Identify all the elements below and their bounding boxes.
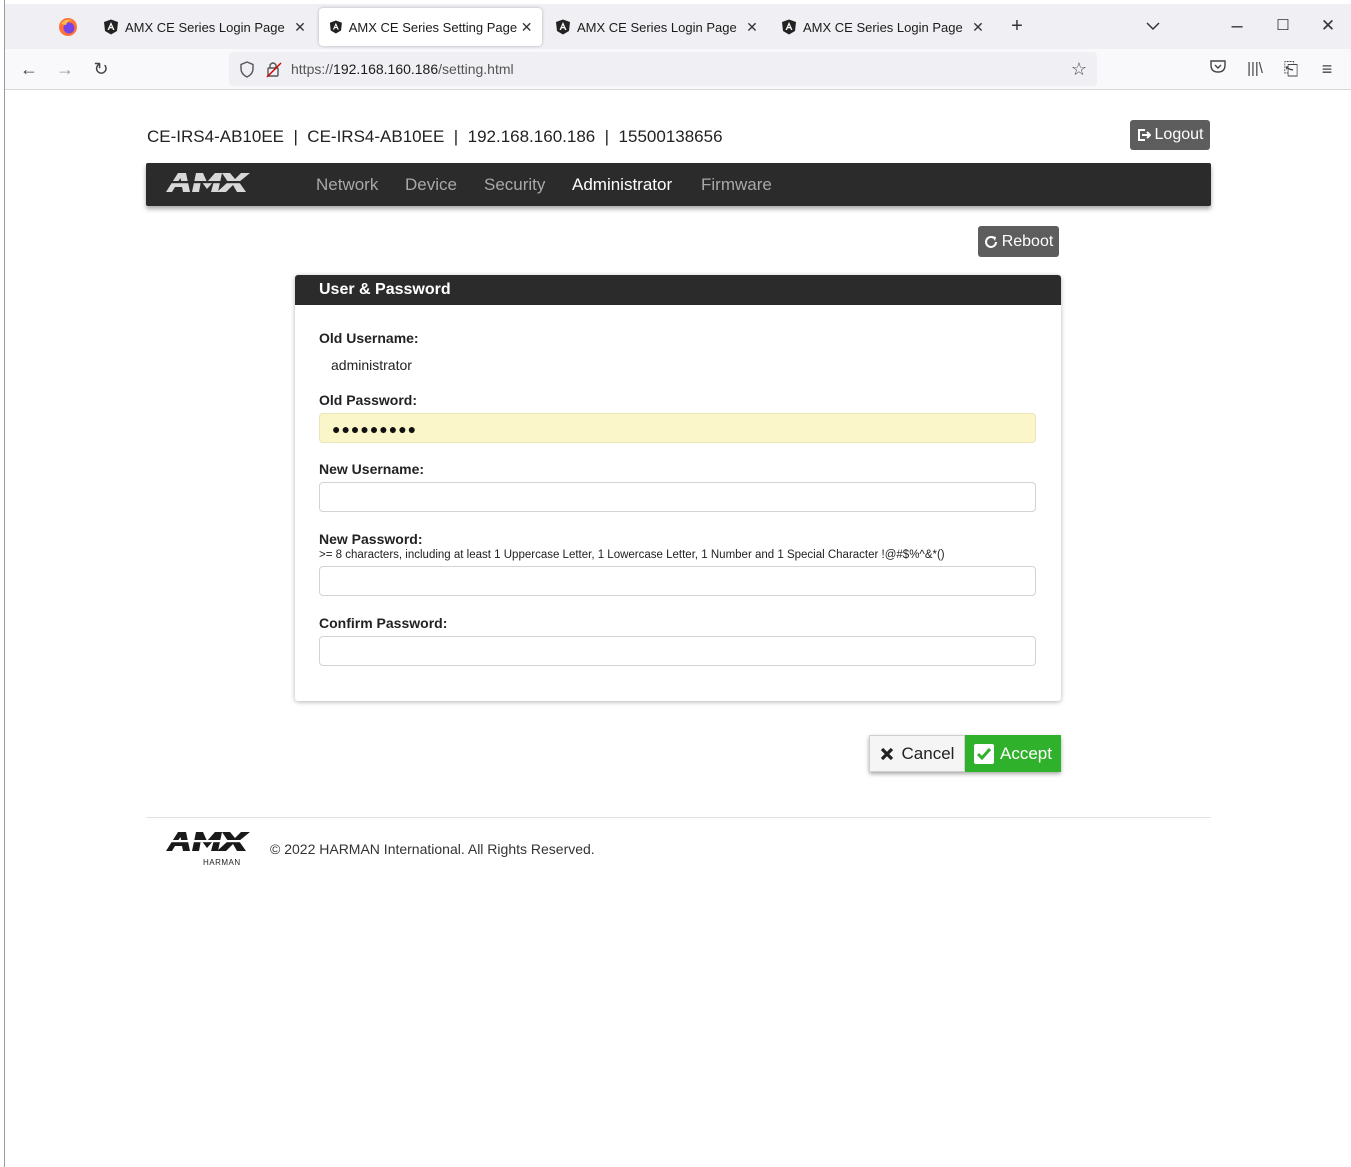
amx-harman-logo: HARMAN <box>157 829 261 867</box>
old-username-value: administrator <box>331 357 412 373</box>
copyright-text: © 2022 HARMAN International. All Rights … <box>270 841 595 857</box>
new-password-label: New Password: <box>319 531 423 547</box>
logout-label: Logout <box>1154 126 1204 143</box>
confirm-password-label: Confirm Password: <box>319 615 448 631</box>
refresh-icon <box>984 235 997 248</box>
bookmark-star-icon[interactable]: ☆ <box>1067 57 1091 81</box>
url-text[interactable]: https://192.168.160.186/setting.html <box>291 61 514 77</box>
shield-icon[interactable] <box>239 61 255 78</box>
close-tab-icon[interactable]: ✕ <box>517 19 536 36</box>
nav-firmware[interactable]: Firmware <box>701 175 772 195</box>
new-username-field[interactable] <box>319 482 1036 512</box>
new-username-label: New Username: <box>319 461 425 477</box>
cancel-label: Cancel <box>901 743 955 763</box>
menu-hamburger-icon[interactable]: ≡ <box>1315 57 1339 81</box>
window-edge <box>4 0 5 1167</box>
user-password-panel: User & Password Old Username: administra… <box>295 275 1061 701</box>
close-tab-icon[interactable]: ✕ <box>967 19 989 36</box>
insecure-lock-icon[interactable] <box>265 60 283 78</box>
angular-icon <box>782 19 796 35</box>
address-bar[interactable]: https://192.168.160.186/setting.html ☆ <box>229 52 1097 86</box>
url-path: /setting.html <box>438 61 514 77</box>
tab-login-3[interactable]: AMX CE Series Login Page ✕ <box>771 8 995 46</box>
reboot-button[interactable]: Reboot <box>978 226 1059 257</box>
angular-icon <box>556 19 570 35</box>
new-password-field[interactable] <box>319 566 1036 596</box>
device-info-line: CE-IRS4-AB10EE | CE-IRS4-AB10EE | 192.16… <box>147 127 723 146</box>
nav-device[interactable]: Device <box>405 175 457 195</box>
reload-icon[interactable]: ↻ <box>89 57 113 81</box>
angular-icon <box>104 19 118 35</box>
tab-title: AMX CE Series Login Page <box>577 19 737 35</box>
old-password-field[interactable]: ●●●●●●●●● <box>319 413 1036 443</box>
back-arrow-icon[interactable]: ← <box>17 57 41 81</box>
minimize-icon[interactable]: – <box>1225 4 1249 48</box>
tab-login-1[interactable]: AMX CE Series Login Page ✕ <box>93 8 317 46</box>
library-icon[interactable]: |||\ <box>1243 57 1267 81</box>
cancel-button[interactable]: Cancel <box>869 735 965 772</box>
confirm-password-field[interactable] <box>319 636 1036 666</box>
panel-title: User & Password <box>295 275 1061 305</box>
url-host: 192.168.160.186 <box>333 61 439 77</box>
extensions-icon[interactable]: ⎗ <box>1279 57 1303 81</box>
accept-label: Accept <box>1000 743 1052 763</box>
nav-network[interactable]: Network <box>316 175 378 195</box>
amx-logo[interactable] <box>164 170 254 196</box>
checkmark-icon <box>974 743 994 764</box>
close-tab-icon[interactable]: ✕ <box>741 19 763 36</box>
tab-login-2[interactable]: AMX CE Series Login Page ✕ <box>545 8 769 46</box>
nav-administrator[interactable]: Administrator <box>572 175 672 195</box>
reboot-label: Reboot <box>1001 232 1054 250</box>
cross-icon <box>880 747 893 760</box>
logout-button[interactable]: Logout <box>1130 120 1210 150</box>
tab-list-chevron-icon[interactable] <box>1141 4 1165 48</box>
firefox-icon[interactable] <box>57 16 79 38</box>
accept-button[interactable]: Accept <box>965 735 1061 772</box>
form-actions: Cancel Accept <box>869 735 1061 772</box>
old-username-label: Old Username: <box>319 330 419 346</box>
url-scheme: https:// <box>291 61 334 77</box>
harman-wordmark: HARMAN <box>203 858 241 867</box>
tab-title: AMX CE Series Login Page <box>803 19 963 35</box>
close-tab-icon[interactable]: ✕ <box>289 19 311 36</box>
nav-security[interactable]: Security <box>484 175 545 195</box>
forward-arrow-icon[interactable]: → <box>53 57 77 81</box>
angular-icon <box>329 20 342 34</box>
tab-setting-active[interactable]: AMX CE Series Setting Page ✕ <box>319 8 542 46</box>
footer-divider <box>146 817 1211 818</box>
logout-icon <box>1137 129 1151 141</box>
browser-tab-strip: AMX CE Series Login Page ✕ AMX CE Series… <box>5 4 1351 49</box>
old-password-dots: ●●●●●●●●● <box>332 421 418 437</box>
window-close-icon[interactable]: ✕ <box>1316 4 1340 48</box>
tab-title: AMX CE Series Login Page <box>125 19 285 35</box>
browser-toolbar: ← → ↻ https://192.168.160.186/setting.ht… <box>5 49 1351 90</box>
maximize-icon[interactable]: ☐ <box>1271 4 1295 48</box>
old-password-label: Old Password: <box>319 392 418 408</box>
new-tab-icon[interactable]: + <box>1005 4 1029 48</box>
password-requirements-hint: >= 8 characters, including at least 1 Up… <box>319 549 945 561</box>
pocket-icon[interactable] <box>1206 57 1230 81</box>
main-navbar: Network Device Security Administrator Fi… <box>146 163 1211 206</box>
tab-title: AMX CE Series Setting Page <box>348 19 518 35</box>
